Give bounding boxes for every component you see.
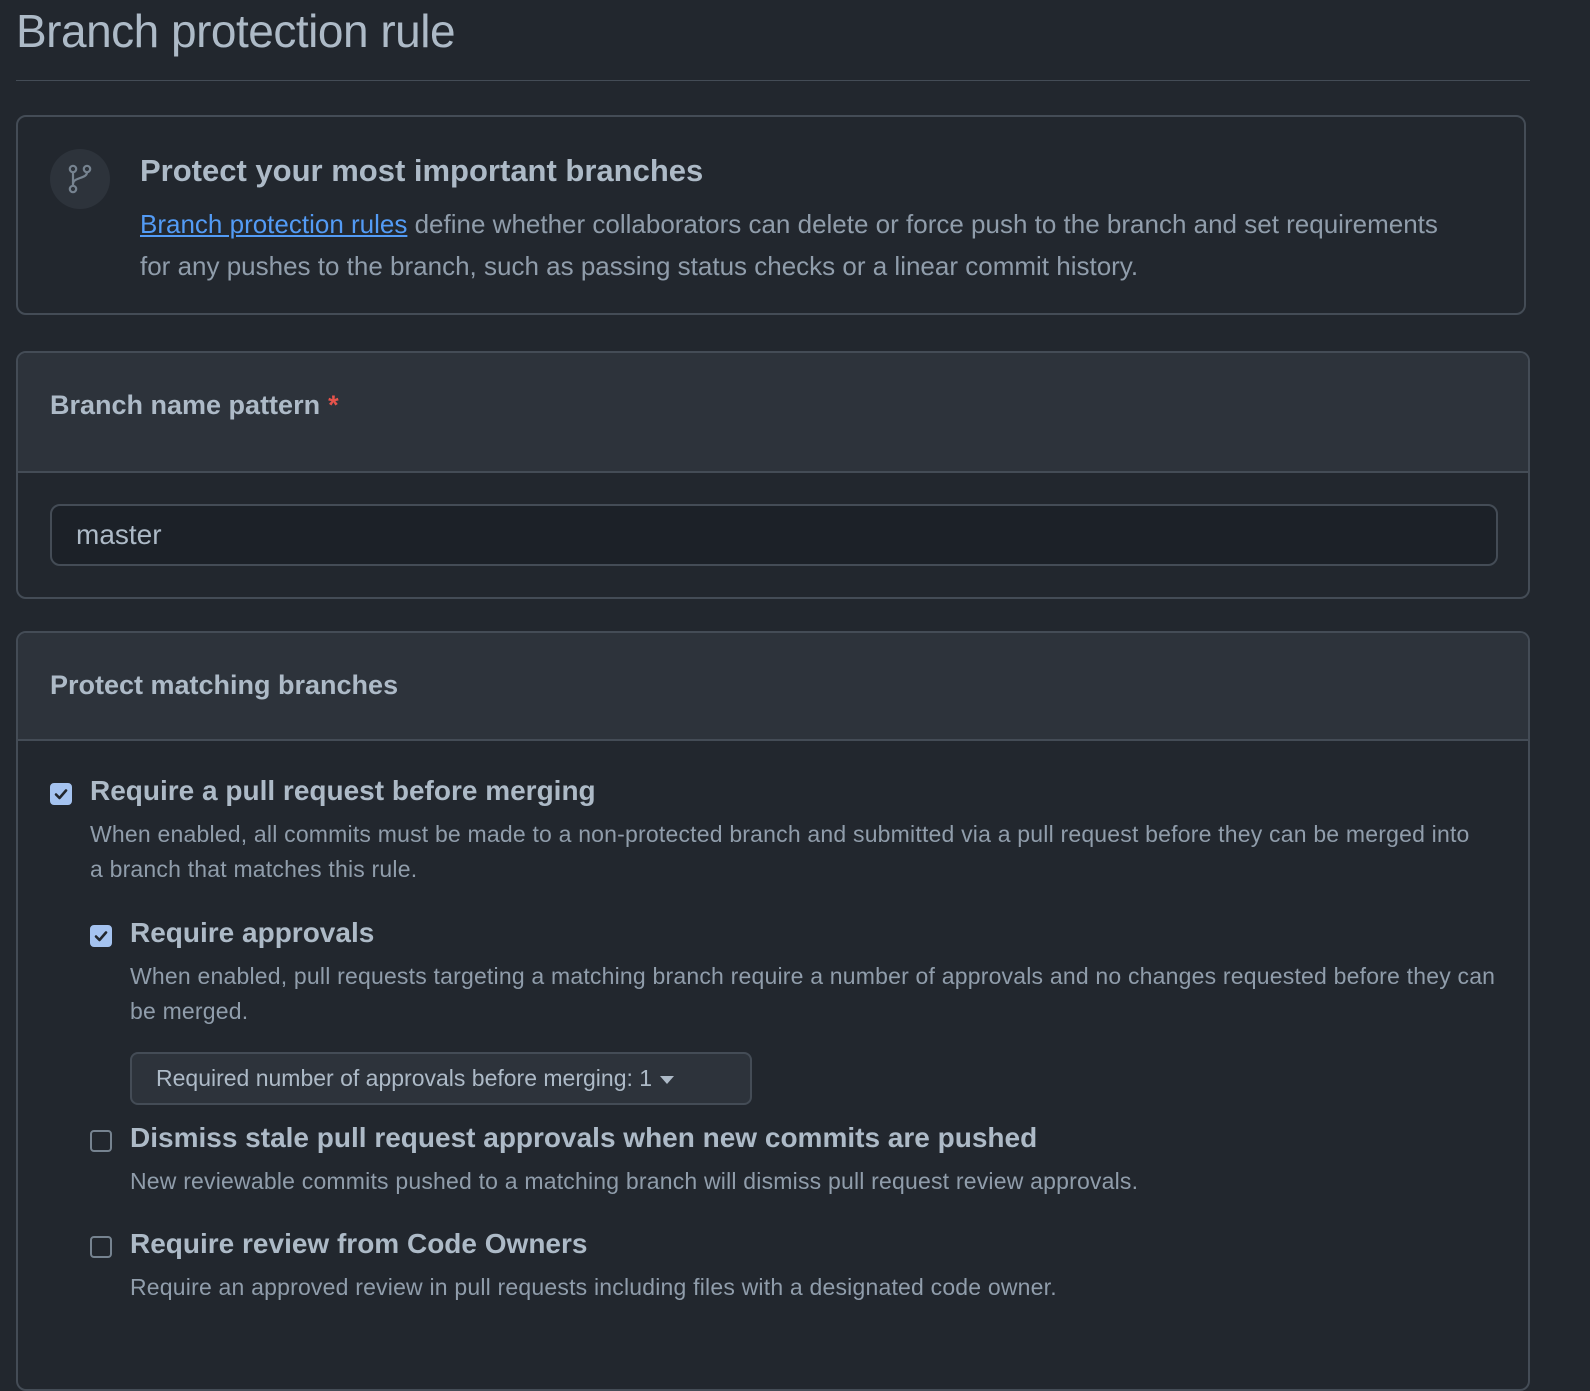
require-approvals-checkbox[interactable] — [90, 925, 112, 947]
dismiss-stale-approvals-checkbox[interactable] — [90, 1130, 112, 1152]
check-icon — [94, 931, 108, 942]
require-approvals-label[interactable]: Require approvals — [130, 917, 374, 949]
intro-description: Branch protection rules define whether c… — [140, 203, 1470, 287]
branch-name-pattern-input[interactable] — [50, 504, 1498, 566]
required-approvals-dropdown-label: Required number of approvals before merg… — [156, 1065, 653, 1091]
require-pull-request-description: When enabled, all commits must be made t… — [90, 821, 1470, 882]
require-approvals-description: When enabled, pull requests targeting a … — [130, 963, 1496, 1024]
require-pull-request-label[interactable]: Require a pull request before merging — [90, 775, 596, 807]
check-icon — [54, 789, 68, 800]
dismiss-stale-approvals-description: New reviewable commits pushed to a match… — [130, 1168, 1139, 1194]
dismiss-stale-approvals-label[interactable]: Dismiss stale pull request approvals whe… — [130, 1122, 1037, 1154]
required-marker: * — [328, 390, 339, 420]
page-title: Branch protection rule — [16, 5, 456, 57]
require-code-owners-checkbox[interactable] — [90, 1236, 112, 1258]
branch-name-pattern-label-text: Branch name pattern — [50, 390, 321, 420]
branch-name-pattern-panel: Branch name pattern * — [16, 351, 1530, 599]
intro-title: Protect your most important branches — [140, 153, 704, 188]
branch-name-pattern-header: Branch name pattern * — [18, 353, 1528, 473]
require-code-owners-description: Require an approved review in pull reque… — [130, 1274, 1057, 1300]
require-code-owners-label[interactable]: Require review from Code Owners — [130, 1228, 587, 1260]
caret-down-icon — [660, 1075, 675, 1084]
title-divider — [16, 80, 1530, 81]
require-pull-request-checkbox[interactable] — [50, 783, 72, 805]
required-approvals-dropdown[interactable]: Required number of approvals before merg… — [130, 1052, 752, 1105]
protect-matching-branches-title: Protect matching branches — [50, 670, 399, 700]
protect-matching-branches-header: Protect matching branches — [18, 633, 1528, 741]
protect-matching-branches-panel: Protect matching branches Require a pull… — [16, 631, 1530, 1391]
branch-protection-rules-link[interactable]: Branch protection rules — [140, 209, 407, 239]
git-branch-icon — [50, 149, 110, 209]
intro-box: Protect your most important branches Bra… — [16, 115, 1526, 315]
branch-name-pattern-label: Branch name pattern * — [50, 390, 339, 421]
